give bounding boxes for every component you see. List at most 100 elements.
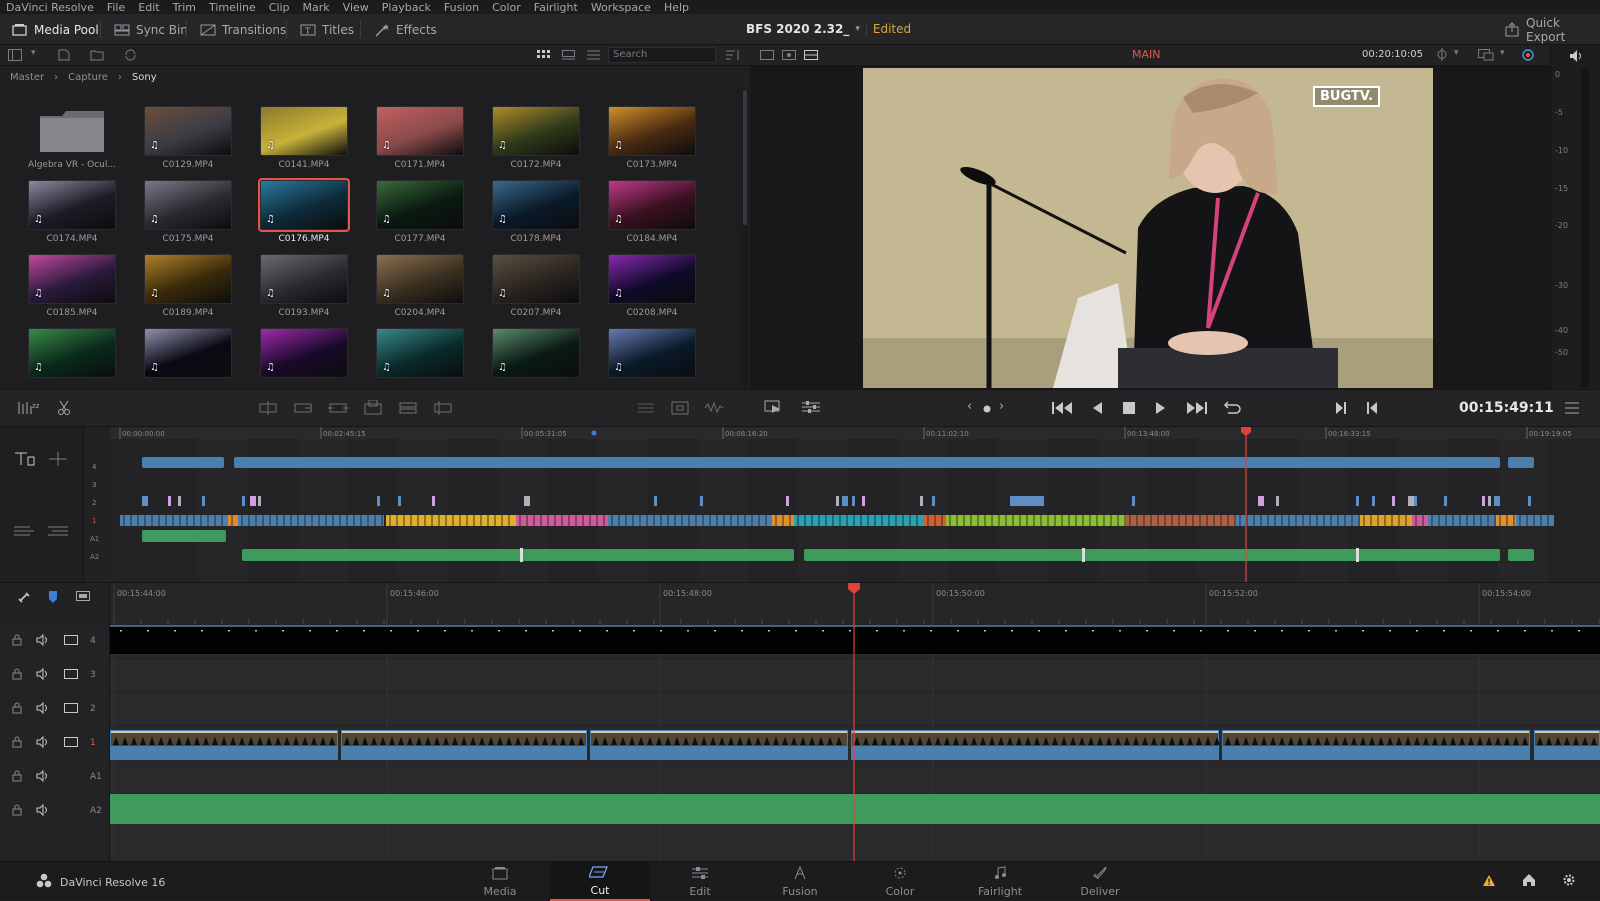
jog-left-icon[interactable]: ‹ [967,399,972,414]
video-clip[interactable] [920,496,923,506]
titles-button[interactable]: T Titles [292,19,362,40]
video-clip[interactable] [1528,496,1531,506]
scrollbar-thumb[interactable] [743,90,747,225]
source-tape-icon[interactable] [782,49,796,64]
speaker-icon[interactable] [36,667,50,683]
video-clip[interactable] [242,496,245,506]
menu-item-trim[interactable]: Trim [173,1,196,14]
page-deliver[interactable]: Deliver [1050,862,1150,901]
sidebar-toggle-icon[interactable] [8,49,22,64]
video-clip[interactable] [794,515,924,526]
clip-item[interactable]: ♫ C0171.MP4 [376,106,464,170]
append-icon[interactable] [293,401,313,418]
lock-audio-icon[interactable] [48,524,70,541]
settings-sliders-icon[interactable] [802,400,820,417]
clip-item[interactable]: ♫ C0141.MP4 [260,106,348,170]
video-clip[interactable] [238,515,384,526]
chevron-down-icon[interactable]: ▾ [1500,48,1505,58]
video-clip[interactable] [120,515,228,526]
video-clip[interactable] [836,496,839,506]
trim-icon[interactable] [636,401,656,418]
upper-timeline-canvas[interactable]: 00:00:00:00 00:02:45:15 00:05:31:05 00:08:1… [110,427,1600,582]
refresh-icon[interactable] [124,49,137,64]
video-clip[interactable] [1428,515,1496,526]
ripple-overwrite-icon[interactable] [328,401,348,418]
breadcrumb-master[interactable]: Master [10,72,44,83]
sort-icon[interactable] [726,49,740,64]
menu-item-fusion[interactable]: Fusion [444,1,479,14]
video-clip[interactable] [700,496,703,506]
video-clip[interactable] [110,626,1600,654]
video-clip[interactable] [432,496,435,506]
audio-clip[interactable] [110,794,1600,824]
video-clip[interactable] [1372,496,1375,506]
video-clip[interactable] [1508,457,1534,468]
effects-button[interactable]: Effects [366,19,445,40]
video-clip[interactable] [234,457,1500,468]
zoom-fit-icon[interactable] [48,451,68,470]
smart-insert-icon[interactable] [258,401,278,418]
clip-item[interactable]: ♫ C0204.MP4 [376,254,464,318]
audio-clip[interactable] [142,530,226,542]
video-clip[interactable] [1236,515,1360,526]
media-pool-scrollbar[interactable] [742,88,748,389]
place-on-top-icon[interactable] [398,401,418,418]
video-clip[interactable] [932,496,935,506]
clip-item[interactable]: ♫ C0129.MP4 [144,106,232,170]
video-clip[interactable] [852,496,855,506]
video-clip[interactable] [1276,496,1279,506]
page-media[interactable]: Media [450,862,550,901]
stop-icon[interactable] [1122,401,1136,418]
media-pool-button[interactable]: Media Pool [4,19,107,40]
video-clip[interactable] [168,496,171,506]
playhead-marker[interactable] [848,583,860,594]
gear-icon[interactable] [1562,873,1576,890]
go-to-start-icon[interactable] [1052,401,1074,418]
video-clip[interactable] [524,496,530,506]
breadcrumb-capture[interactable]: Capture [68,72,108,83]
import-media-icon[interactable] [58,49,70,64]
video-clip[interactable] [1414,496,1417,506]
source-clip-icon[interactable] [760,49,774,64]
track-height-icon[interactable] [14,451,36,470]
go-to-end-icon[interactable] [1186,401,1208,418]
page-color[interactable]: Color [850,862,950,901]
loop-icon[interactable] [1222,400,1242,419]
lock-icon[interactable] [12,668,22,683]
clip-item[interactable]: ♫ C0207.MP4 [492,254,580,318]
lower-timeline-canvas[interactable] [110,624,1600,861]
audio-clip[interactable] [1508,549,1534,561]
lower-ruler-canvas[interactable]: 00:15:44:00 00:15:46:00 00:15:48:00 00:15:5… [110,583,1600,625]
play-icon[interactable] [1155,401,1167,418]
list-view-icon[interactable] [587,49,600,64]
clip-item[interactable]: ♫ C0177.MP4 [376,180,464,244]
video-clip[interactable] [398,496,401,506]
scissors-icon[interactable] [57,400,71,419]
menu-item-view[interactable]: View [343,1,369,14]
menu-item-file[interactable]: File [107,1,125,14]
clip-item[interactable]: ♫ C0184.MP4 [608,180,696,244]
lock-icon[interactable] [12,770,22,785]
view-options-icon[interactable] [1478,48,1494,64]
video-clip[interactable] [1360,515,1412,526]
page-cut[interactable]: Cut [550,862,650,901]
detach-audio-icon[interactable] [14,524,36,541]
video-clip[interactable] [1488,496,1491,506]
speaker-icon[interactable] [36,769,50,785]
smart-bin-icon[interactable]: zz [17,400,41,419]
audio-cut-handle[interactable] [1082,548,1085,562]
clip-item[interactable]: ♫ C0174.MP4 [28,180,116,244]
video-clip[interactable] [1356,496,1359,506]
link-icon[interactable] [17,591,31,608]
import-folder-icon[interactable] [90,49,104,64]
clip-item[interactable]: ♫ C0175.MP4 [144,180,232,244]
video-clip[interactable] [1258,496,1264,506]
lock-icon[interactable] [12,634,22,649]
lock-icon[interactable] [12,736,22,751]
audio-waveform-icon[interactable] [704,401,724,418]
filmstrip-view-icon[interactable] [562,49,575,64]
mark-out-icon[interactable] [1366,401,1378,418]
video-monitor-icon[interactable] [64,668,78,683]
source-overwrite-icon[interactable] [433,401,453,418]
clip-item[interactable]: ♫ [608,328,696,378]
